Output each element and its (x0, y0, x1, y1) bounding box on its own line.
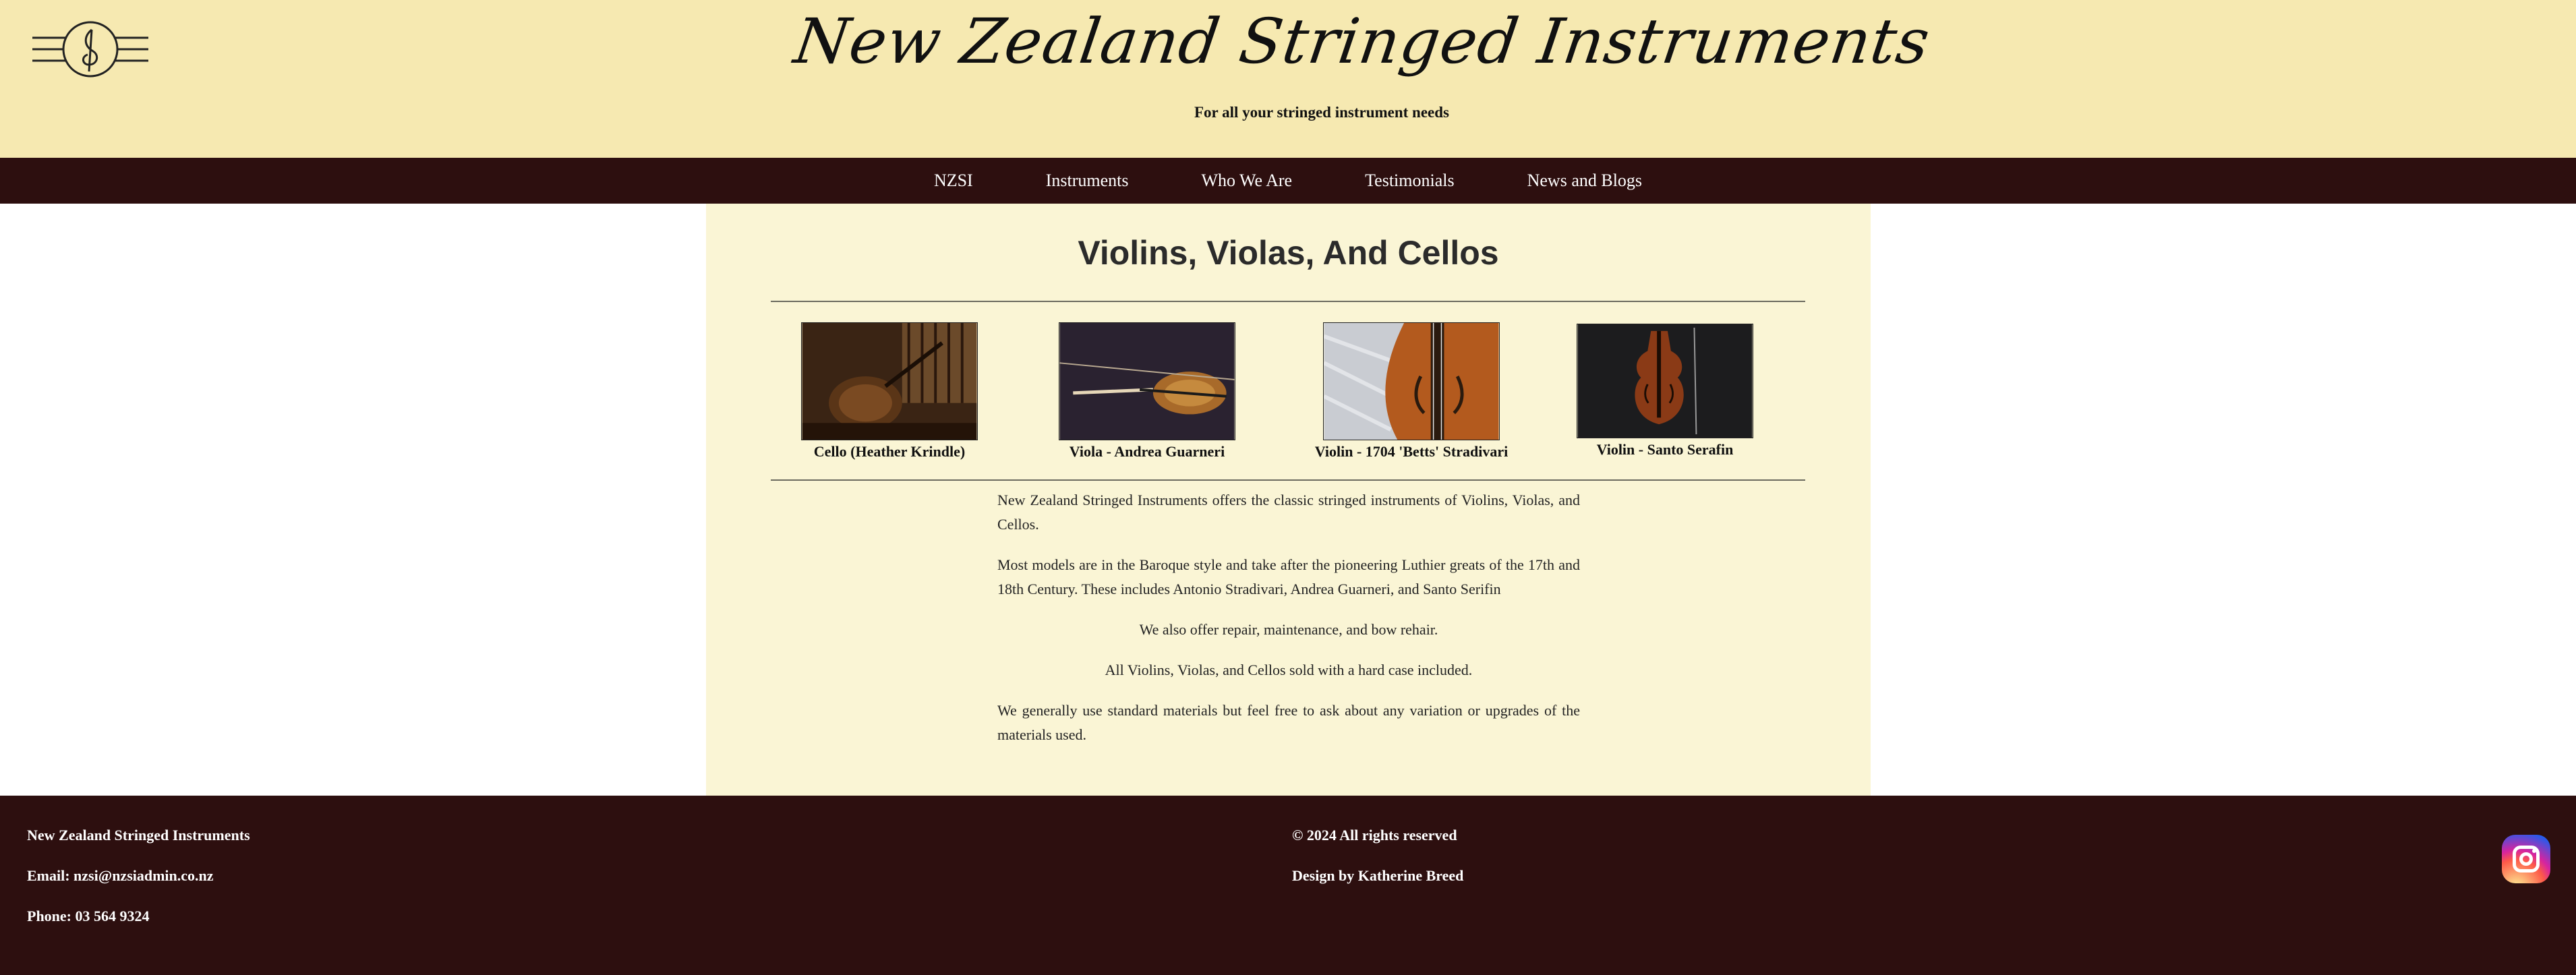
footer-company-name: New Zealand Stringed Instruments (27, 827, 250, 844)
nav-item-news-and-blogs[interactable]: News and Blogs (1491, 171, 1678, 191)
instagram-icon-dot (2532, 849, 2536, 853)
gallery-caption: Violin - Santo Serafin (1596, 441, 1734, 458)
gallery-item-viola: Viola - Andrea Guarneri (1053, 322, 1241, 461)
instrument-gallery: Cello (Heather Krindle) Viola - Andrea G… (771, 320, 1805, 468)
main-navigation: NZSI Instruments Who We Are Testimonials… (0, 158, 2576, 204)
nav-item-testimonials[interactable]: Testimonials (1328, 171, 1491, 191)
footer-credits: © 2024 All rights reserved Design by Kat… (1292, 827, 1463, 908)
description-text: New Zealand Stringed Instruments offers … (997, 488, 1580, 763)
footer-copyright: © 2024 All rights reserved (1292, 827, 1457, 844)
divider (771, 479, 1805, 481)
footer-contact: New Zealand Stringed Instruments Email: … (27, 827, 250, 948)
cello-photo[interactable] (801, 322, 978, 440)
gallery-item-cello: Cello (Heather Krindle) (795, 322, 984, 461)
main-content: Violins, Violas, And Cellos Cello (Heath… (706, 204, 1871, 796)
divider (771, 301, 1805, 302)
gallery-item-violin-stradivari: Violin - 1704 'Betts' Stradivari (1310, 322, 1513, 461)
violin-stradivari-photo[interactable] (1323, 322, 1500, 440)
footer-design-credit: Design by Katherine Breed (1292, 867, 1464, 884)
violin-serafin-photo[interactable] (1577, 324, 1753, 438)
footer-email[interactable]: Email: nzsi@nzsiadmin.co.nz (27, 867, 250, 908)
page-title: Violins, Violas, And Cellos (1078, 234, 1499, 272)
viola-photo[interactable] (1059, 322, 1235, 440)
gallery-caption: Viola - Andrea Guarneri (1069, 443, 1225, 460)
nav-item-nzsi[interactable]: NZSI (898, 171, 1009, 191)
paragraph: All Violins, Violas, and Cellos sold wit… (1105, 661, 1473, 678)
gallery-item-violin-serafin: Violin - Santo Serafin (1571, 324, 1759, 459)
gallery-caption: Violin - 1704 'Betts' Stradivari (1314, 443, 1509, 460)
site-footer: New Zealand Stringed Instruments Email: … (0, 796, 2576, 975)
gallery-caption: Cello (Heather Krindle) (813, 443, 966, 460)
footer-phone[interactable]: Phone: 03 564 9324 (27, 908, 250, 948)
site-header: New Zealand Stringed Instruments For all… (0, 0, 2576, 158)
instagram-icon-lens (2519, 852, 2533, 866)
instagram-icon[interactable] (2502, 835, 2550, 883)
site-tagline: For all your stringed instrument needs (1194, 104, 1450, 121)
nav-item-who-we-are[interactable]: Who We Are (1165, 171, 1328, 191)
paragraph: Most models are in the Baroque style and… (997, 556, 1580, 597)
paragraph: New Zealand Stringed Instruments offers … (997, 492, 1580, 533)
nav-item-instruments[interactable]: Instruments (1009, 171, 1165, 191)
site-title: New Zealand Stringed Instruments (790, 5, 1935, 78)
paragraph: We generally use standard materials but … (997, 702, 1580, 743)
paragraph: We also offer repair, maintenance, and b… (1139, 621, 1438, 638)
